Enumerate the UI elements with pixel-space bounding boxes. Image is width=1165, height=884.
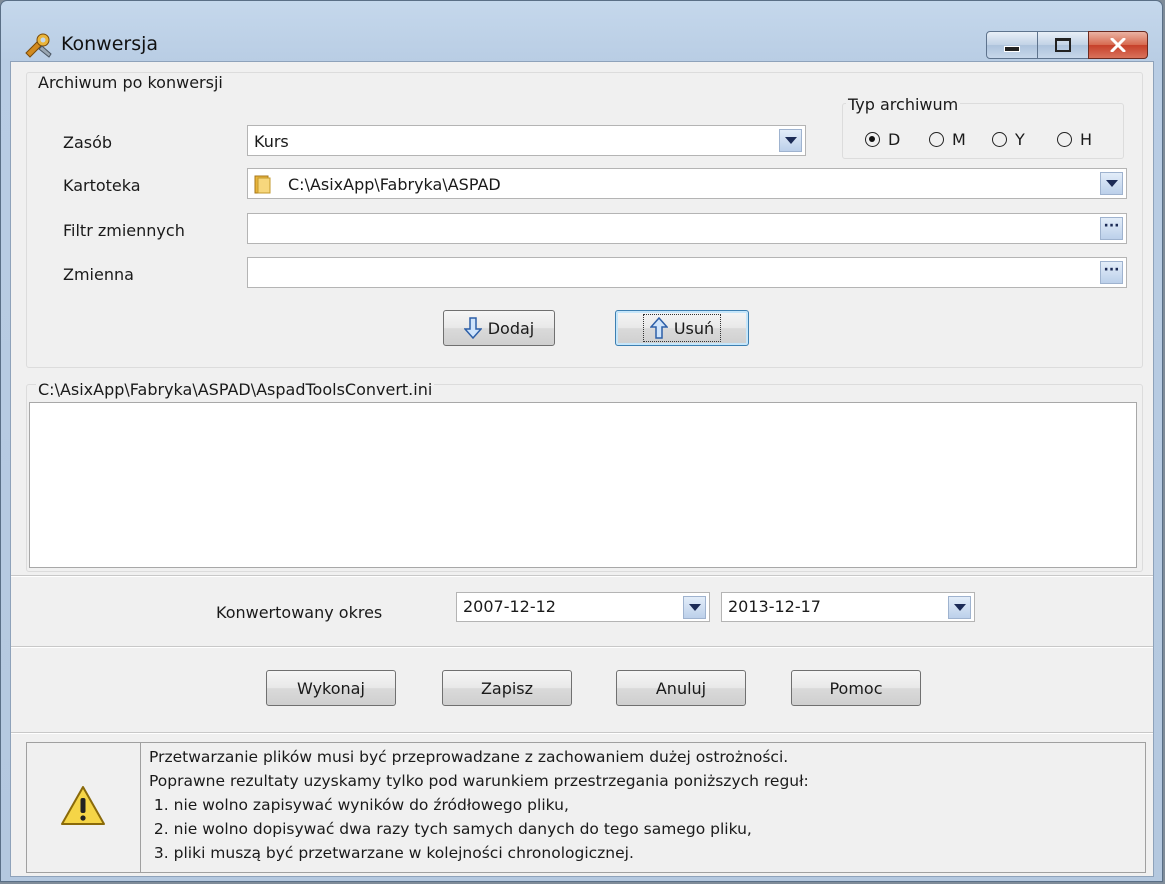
separator-highlight bbox=[11, 647, 1153, 648]
maximize-button[interactable] bbox=[1037, 31, 1089, 59]
kartoteka-combobox[interactable]: C:\AsixApp\Fabryka\ASPAD bbox=[247, 168, 1127, 199]
separator-highlight bbox=[11, 576, 1153, 577]
chevron-down-icon bbox=[1105, 180, 1118, 187]
tools-app-icon bbox=[25, 33, 52, 58]
chevron-down-icon bbox=[953, 604, 966, 611]
period-to-dropdown[interactable] bbox=[948, 596, 971, 619]
chevron-down-icon bbox=[688, 604, 701, 611]
warning-line: 3. pliki muszą być przetwarzane w kolejn… bbox=[149, 844, 634, 862]
save-button-label: Zapisz bbox=[480, 678, 534, 698]
filtr-label: Filtr zmiennych bbox=[63, 221, 185, 240]
period-from-value: 2007-12-12 bbox=[463, 597, 556, 616]
minimize-button[interactable] bbox=[986, 31, 1038, 59]
warning-text: Przetwarzanie plików musi być przeprowad… bbox=[149, 745, 809, 865]
ellipsis-icon: ··· bbox=[1103, 217, 1120, 234]
arrow-up-icon bbox=[649, 317, 668, 339]
close-button[interactable] bbox=[1088, 31, 1148, 59]
zasob-combobox[interactable]: Kurs bbox=[247, 125, 806, 156]
close-icon bbox=[1110, 38, 1126, 52]
ellipsis-icon: ··· bbox=[1103, 261, 1120, 278]
zmienna-input[interactable]: ··· bbox=[247, 257, 1127, 288]
kartoteka-label: Kartoteka bbox=[63, 176, 141, 195]
remove-button[interactable]: Usuń bbox=[615, 310, 749, 346]
filtr-browse-button[interactable]: ··· bbox=[1100, 217, 1123, 240]
save-button[interactable]: Zapisz bbox=[442, 670, 572, 706]
remove-button-label: Usuń bbox=[673, 318, 715, 338]
radio-circle bbox=[1057, 132, 1072, 147]
warning-line: 1. nie wolno zapisywać wyników do źródło… bbox=[149, 796, 569, 814]
warning-line: Poprawne rezultaty uzyskamy tylko pod wa… bbox=[149, 772, 809, 790]
cancel-button[interactable]: Anuluj bbox=[616, 670, 746, 706]
kartoteka-dropdown-button[interactable] bbox=[1100, 172, 1123, 195]
file-group-label: C:\AsixApp\Fabryka\ASPAD\AspadToolsConve… bbox=[36, 380, 435, 399]
add-button-label: Dodaj bbox=[487, 318, 535, 338]
warning-icon-frame bbox=[27, 743, 141, 872]
radio-label-d: D bbox=[888, 130, 901, 149]
file-list[interactable] bbox=[29, 402, 1137, 568]
zasob-dropdown-button[interactable] bbox=[779, 129, 802, 152]
zmienna-label: Zmienna bbox=[63, 265, 134, 284]
help-button[interactable]: Pomoc bbox=[791, 670, 921, 706]
folder-icon bbox=[254, 175, 271, 194]
window-title: Konwersja bbox=[61, 33, 159, 55]
execute-button[interactable]: Wykonaj bbox=[266, 670, 396, 706]
help-button-label: Pomoc bbox=[829, 678, 883, 698]
cancel-button-label: Anuluj bbox=[655, 678, 707, 698]
warning-icon bbox=[61, 786, 105, 825]
arrow-down-icon bbox=[463, 317, 482, 339]
zasob-value: Kurs bbox=[254, 132, 289, 151]
archive-type-label: Typ archiwum bbox=[846, 95, 961, 114]
radio-type-m[interactable]: M bbox=[929, 130, 966, 149]
chevron-down-icon bbox=[784, 137, 797, 144]
radio-label-m: M bbox=[952, 130, 966, 149]
kartoteka-value: C:\AsixApp\Fabryka\ASPAD bbox=[288, 175, 501, 194]
radio-type-y[interactable]: Y bbox=[992, 130, 1025, 149]
remove-button-focus: Usuń bbox=[642, 314, 722, 342]
radio-circle bbox=[992, 132, 1007, 147]
radio-type-d[interactable]: D bbox=[865, 130, 900, 149]
minimize-icon bbox=[1004, 46, 1020, 52]
radio-circle bbox=[929, 132, 944, 147]
filtr-input[interactable]: ··· bbox=[247, 213, 1127, 244]
period-to-datepicker[interactable]: 2013-12-17 bbox=[721, 592, 975, 622]
archive-group-label: Archiwum po konwersji bbox=[36, 73, 225, 92]
zasob-label: Zasób bbox=[63, 133, 113, 152]
period-from-dropdown[interactable] bbox=[683, 596, 706, 619]
radio-type-h[interactable]: H bbox=[1057, 130, 1092, 149]
title-bar[interactable]: Konwersja bbox=[1, 1, 1162, 61]
period-from-datepicker[interactable]: 2007-12-12 bbox=[456, 592, 710, 622]
add-button[interactable]: Dodaj bbox=[443, 310, 555, 346]
period-to-value: 2013-12-17 bbox=[728, 597, 821, 616]
warning-line: 2. nie wolno dopisywać dwa razy tych sam… bbox=[149, 820, 752, 838]
separator-highlight bbox=[11, 733, 1153, 734]
warning-panel: Przetwarzanie plików musi być przeprowad… bbox=[26, 742, 1146, 873]
zmienna-browse-button[interactable]: ··· bbox=[1100, 261, 1123, 284]
radio-circle-checked bbox=[865, 132, 880, 147]
period-label: Konwertowany okres bbox=[216, 603, 383, 622]
conversion-window: Konwersja Archiwum po konwersji Typ arch… bbox=[0, 0, 1163, 882]
dialog-client-area: Archiwum po konwersji Typ archiwum D M Y… bbox=[10, 61, 1154, 877]
maximize-icon bbox=[1055, 38, 1071, 52]
radio-label-y: Y bbox=[1015, 130, 1025, 149]
radio-label-h: H bbox=[1080, 130, 1093, 149]
warning-line: Przetwarzanie plików musi być przeprowad… bbox=[149, 748, 789, 766]
execute-button-label: Wykonaj bbox=[297, 678, 365, 698]
